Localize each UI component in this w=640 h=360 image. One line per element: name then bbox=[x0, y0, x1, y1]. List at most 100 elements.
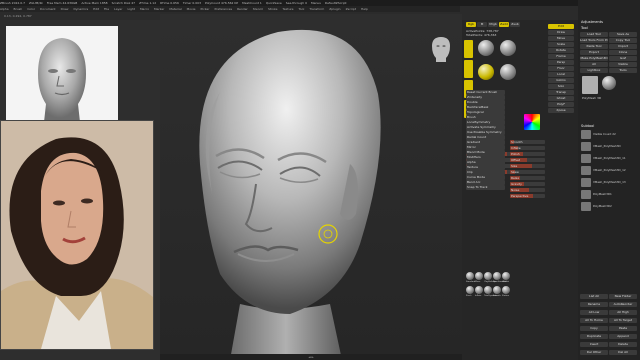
deform-gravity[interactable]: Gravity bbox=[510, 182, 545, 186]
mode-persp[interactable]: Persp bbox=[548, 60, 574, 65]
tool-lightbox-button[interactable]: Lightbox bbox=[580, 68, 608, 73]
tab-m[interactable]: M bbox=[477, 22, 487, 27]
subtool-del-other-button[interactable]: Del Other bbox=[580, 350, 608, 355]
brush-inflate-icon[interactable] bbox=[475, 286, 483, 294]
subtool-thumbnail[interactable] bbox=[581, 154, 591, 163]
subtool-item[interactable]: VMesh_PolyMesh3D_11 bbox=[593, 156, 626, 160]
brush-damstandard-icon[interactable] bbox=[493, 272, 501, 280]
menu-item-marker[interactable]: Marker bbox=[154, 7, 164, 11]
tool-mode-button[interactable] bbox=[464, 60, 473, 78]
tool-all-button[interactable]: All bbox=[580, 62, 608, 67]
deform-polish[interactable]: Polish bbox=[510, 152, 545, 156]
mode-rotate[interactable]: Rotate bbox=[548, 48, 574, 53]
subtool-append-button[interactable]: Append bbox=[609, 334, 637, 339]
brush-flatten-icon[interactable] bbox=[502, 286, 510, 294]
menu-item-stroke[interactable]: Stroke bbox=[268, 7, 278, 11]
tool-copy-tool-button[interactable]: Copy Tool bbox=[609, 38, 637, 43]
tool-export-button[interactable]: Export bbox=[580, 50, 608, 55]
mode-floor[interactable]: Floor bbox=[548, 66, 574, 71]
menu-item-layer[interactable]: Layer bbox=[114, 7, 122, 11]
brush-smooth-icon[interactable] bbox=[493, 286, 501, 294]
tab-rgb[interactable]: Rgb bbox=[466, 22, 476, 27]
menu-item-document[interactable]: Document bbox=[40, 7, 56, 11]
mode-local[interactable]: Local bbox=[548, 72, 574, 77]
deform-relax[interactable]: Relax bbox=[510, 176, 545, 180]
menu-item-material[interactable]: Material bbox=[169, 7, 181, 11]
subtool-paste-button[interactable]: Paste bbox=[609, 326, 637, 331]
mode-move[interactable]: Move bbox=[548, 36, 574, 41]
tab-zadd[interactable]: Zadd bbox=[499, 22, 509, 27]
mode-transp[interactable]: Transp bbox=[548, 90, 574, 95]
brush-hpolish-icon[interactable] bbox=[502, 272, 510, 280]
gyro-navigator-icon[interactable] bbox=[430, 36, 452, 62]
brush-claybuildup-icon[interactable] bbox=[484, 272, 492, 280]
section-19[interactable]: Snap To Track bbox=[466, 185, 505, 190]
topbar-item[interactable]: Menus bbox=[311, 1, 321, 5]
menu-item-preferences[interactable]: Preferences bbox=[214, 7, 232, 11]
menu-item-stencil[interactable]: Stencil bbox=[253, 7, 263, 11]
sphere-material-icon[interactable] bbox=[500, 64, 516, 80]
menu-item-help[interactable]: Help bbox=[361, 7, 368, 11]
menu-item-movie[interactable]: Movie bbox=[187, 7, 196, 11]
sphere-material-icon[interactable] bbox=[500, 40, 516, 56]
brush-move-icon[interactable] bbox=[475, 272, 483, 280]
tool-paste-tool-button[interactable]: Paste Tool bbox=[580, 44, 608, 49]
tool-visible-button[interactable]: Visible bbox=[609, 62, 637, 67]
tool-thumbnail[interactable] bbox=[582, 76, 598, 94]
tool-clone-button[interactable]: Clone bbox=[609, 50, 637, 55]
tool-sphere-icon[interactable] bbox=[602, 76, 616, 90]
mode-ghost[interactable]: Ghost bbox=[548, 96, 574, 101]
subtool-copy-button[interactable]: Copy bbox=[580, 326, 608, 331]
subtool-thumbnail[interactable] bbox=[581, 166, 591, 175]
mode-solo[interactable]: Solo bbox=[548, 84, 574, 89]
menu-item-texture[interactable]: Texture bbox=[283, 7, 294, 11]
subtool-all-low-button[interactable]: All Low bbox=[580, 310, 608, 315]
deform-inflate[interactable]: Inflate bbox=[510, 146, 545, 150]
tool-tools-button[interactable]: Tools bbox=[609, 68, 637, 73]
tool-make-polymesh3d-button[interactable]: Make PolyMesh3D bbox=[580, 56, 608, 61]
subtool-item[interactable]: VMesh_PolyMesh3D_12 bbox=[593, 168, 626, 172]
subtool-duplicate-button[interactable]: Duplicate bbox=[580, 334, 608, 339]
menu-item-macro[interactable]: Macro bbox=[140, 7, 149, 11]
subtool-del-all-button[interactable]: Del All bbox=[609, 350, 637, 355]
brush-trimdynamic-icon[interactable] bbox=[484, 286, 492, 294]
brush-standard-icon[interactable] bbox=[466, 272, 474, 280]
mode-gizmo[interactable]: Gizmo bbox=[548, 78, 574, 83]
subtool-thumbnail[interactable] bbox=[581, 190, 591, 199]
main-menu-bar[interactable]: Alpha Brush Color Document Draw Dynamics Edit F… bbox=[0, 6, 460, 12]
topbar-item[interactable]: QuickSave bbox=[266, 1, 282, 5]
subtool-delete-button[interactable]: Delete bbox=[609, 342, 637, 347]
menu-item-render[interactable]: Render bbox=[237, 7, 248, 11]
mode-frame[interactable]: Frame bbox=[548, 54, 574, 59]
mode-scale[interactable]: Scale bbox=[548, 42, 574, 47]
subtool-all-high-button[interactable]: All High bbox=[609, 310, 637, 315]
menu-item-color[interactable]: Color bbox=[27, 7, 35, 11]
subtool-new-folder-button[interactable]: New Folder bbox=[609, 294, 637, 299]
deform-offset[interactable]: Offset bbox=[510, 158, 545, 162]
deform-noise[interactable]: Noise bbox=[510, 188, 545, 192]
tool-mode-button[interactable] bbox=[464, 40, 473, 58]
tool-load-tools-from-project-button[interactable]: Load Tools From Project bbox=[580, 38, 608, 43]
subtool-thumbnail[interactable] bbox=[581, 142, 591, 151]
subtool-item[interactable]: PolyMesh3D1 bbox=[593, 192, 612, 196]
viewport-bottom-bar[interactable]: ◄ ► bbox=[160, 354, 462, 360]
mode-draw[interactable]: Draw bbox=[548, 30, 574, 35]
subtool-item[interactable]: VMesh_PolyMesh3D bbox=[593, 144, 621, 148]
deform-perspective[interactable]: Perspective bbox=[510, 194, 545, 198]
subtool-rename-button[interactable]: Rename bbox=[580, 302, 608, 307]
deform-smooth[interactable]: Smooth bbox=[510, 140, 545, 144]
mode-xpose[interactable]: Xpose bbox=[548, 108, 574, 113]
subtool-item[interactable]: VMesh_PolyMesh3D_13 bbox=[593, 180, 626, 184]
subtool-thumbnail[interactable] bbox=[581, 178, 591, 187]
subtool-item[interactable]: Visible Count 22 bbox=[593, 132, 616, 136]
menu-item-tool[interactable]: Tool bbox=[298, 7, 304, 11]
tool-load-tool-button[interactable]: Load Tool bbox=[580, 32, 608, 37]
menu-item-brush[interactable]: Brush bbox=[14, 7, 23, 11]
mode-polyf[interactable]: PolyF bbox=[548, 102, 574, 107]
deform-skew[interactable]: Skew bbox=[510, 170, 545, 174]
tool-save-as-button[interactable]: Save As bbox=[609, 32, 637, 37]
tab-zsub[interactable]: Zsub bbox=[510, 22, 520, 27]
menu-item-zscript[interactable]: Zscript bbox=[346, 7, 356, 11]
menu-item-edit[interactable]: Edit bbox=[93, 7, 99, 11]
tool-import-button[interactable]: Import bbox=[609, 44, 637, 49]
